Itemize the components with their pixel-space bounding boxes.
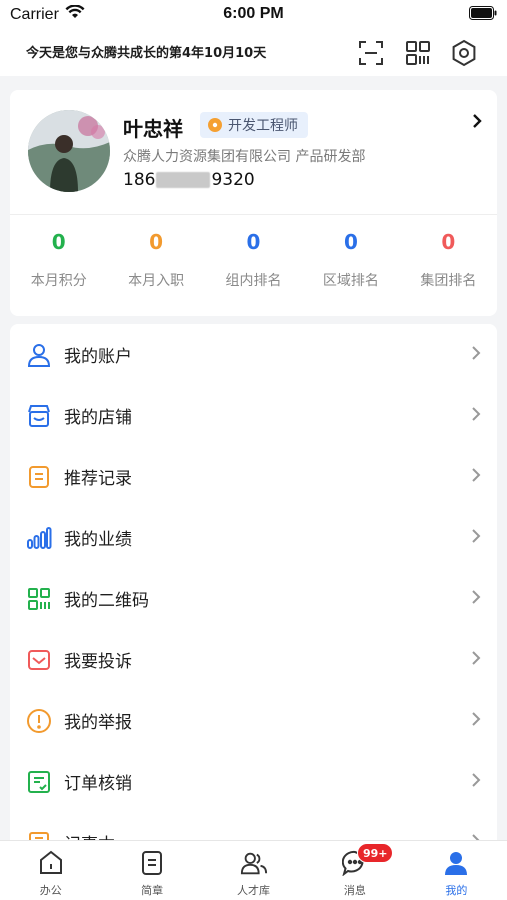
top-header: 今天是您与众腾共成长的第4年10月10天 [0,30,507,76]
store-icon [26,403,52,429]
tab-label: 简章 [141,884,164,897]
chevron-right-icon [471,528,481,548]
menu-label: 我的二维码 [64,591,149,611]
screen: Carrier 6:00 PM 今天是您与众腾共成长的第4年10月10天 叶忠祥… [0,0,507,900]
talent-icon [240,849,268,877]
chevron-right-icon [471,467,481,487]
job-title: 开发工程师 [228,118,298,134]
profile-name: 叶忠祥 [123,117,183,141]
profile-phone: 186 9320 [123,170,255,190]
document-icon [26,464,52,490]
chevron-right-icon [471,772,481,792]
stats-row: 0 本月积分 0 本月入职 0 组内排名 0 区域排名 0 集团排名 [10,227,497,297]
avatar[interactable] [28,110,110,192]
battery-icon [469,6,497,25]
menu-item-complaint[interactable]: 我要投诉 [10,629,497,690]
tab-brochure[interactable]: 简章 [101,841,202,900]
scan-icon[interactable] [356,38,386,68]
menu-label: 我的店铺 [64,408,132,428]
stat-monthly-points[interactable]: 0 本月积分 [10,227,107,297]
menu-label: 我的举报 [64,713,132,733]
stat-monthly-hires[interactable]: 0 本月入职 [107,227,204,297]
menu-label: 我的业绩 [64,530,132,550]
brochure-icon [138,849,166,877]
stat-label: 本月入职 [128,273,185,289]
verified-icon [208,118,222,132]
chevron-right-icon [471,589,481,609]
tab-label: 我的 [445,884,468,897]
menu-label: 推荐记录 [64,469,132,489]
divider [10,214,497,215]
stat-value: 0 [149,230,164,254]
menu-item-qrcode[interactable]: 我的二维码 [10,568,497,629]
menu-item-performance[interactable]: 我的业绩 [10,507,497,568]
menu-item-order-verify[interactable]: 订单核销 [10,751,497,812]
phone-suffix: 9320 [211,170,255,190]
chevron-right-icon [471,650,481,670]
tab-mine[interactable]: 我的 [406,841,507,900]
menu-label: 我的账户 [64,347,132,367]
tab-office[interactable]: 办公 [0,841,101,900]
qrcode-icon [26,586,52,612]
status-bar: Carrier 6:00 PM [0,0,507,30]
qrcode-icon[interactable] [403,38,433,68]
phone-redaction [156,172,211,188]
menu-item-referrals[interactable]: 推荐记录 [10,446,497,507]
chevron-right-icon [471,406,481,426]
menu-item-store[interactable]: 我的店铺 [10,385,497,446]
settings-icon[interactable] [449,38,479,68]
chevron-right-icon [471,711,481,731]
tab-messages[interactable]: 99+ 消息 [304,841,405,900]
menu-item-account[interactable]: 我的账户 [10,324,497,385]
stat-value: 0 [246,230,261,254]
profile-card[interactable]: 叶忠祥 开发工程师 众腾人力资源集团有限公司 产品研发部 186 9320 0 … [10,90,497,316]
profile-icon [442,849,470,877]
mail-icon [26,647,52,673]
tab-bar: 办公 简章 人才库 99+ 消息 我的 [0,840,507,900]
status-time: 6:00 PM [223,5,284,22]
stat-label: 集团排名 [420,273,477,289]
stat-company-rank[interactable]: 0 集团排名 [400,227,497,297]
unread-badge: 99+ [356,843,394,863]
stat-label: 组内排名 [225,273,282,289]
alert-icon [26,708,52,734]
stat-label: 本月积分 [30,273,87,289]
tab-talent-pool[interactable]: 人才库 [203,841,304,900]
tab-label: 消息 [343,884,366,897]
stat-value: 0 [51,230,66,254]
phone-prefix: 186 [123,170,156,190]
user-icon [26,342,52,368]
profile-company: 众腾人力资源集团有限公司 产品研发部 [123,149,366,165]
chevron-right-icon[interactable] [471,112,483,134]
menu-item-report[interactable]: 我的举报 [10,690,497,751]
home-icon [37,849,65,877]
menu-card: 我的账户 我的店铺 推荐记录 我的业绩 我的二维码 我要投诉 我的举报 订单核销 [10,324,497,884]
stat-label: 区域排名 [322,273,379,289]
menu-label: 订单核销 [64,774,132,794]
bar-chart-icon [26,525,52,551]
stat-value: 0 [441,230,456,254]
chevron-right-icon [471,345,481,365]
job-title-badge: 开发工程师 [200,112,308,138]
stat-group-rank[interactable]: 0 组内排名 [205,227,302,297]
stat-value: 0 [343,230,358,254]
order-check-icon [26,769,52,795]
tab-label: 办公 [39,884,62,897]
tab-label: 人才库 [237,884,271,897]
menu-label: 我要投诉 [64,652,132,672]
greeting-text: 今天是您与众腾共成长的第4年10月10天 [26,46,267,61]
stat-region-rank[interactable]: 0 区域排名 [302,227,399,297]
